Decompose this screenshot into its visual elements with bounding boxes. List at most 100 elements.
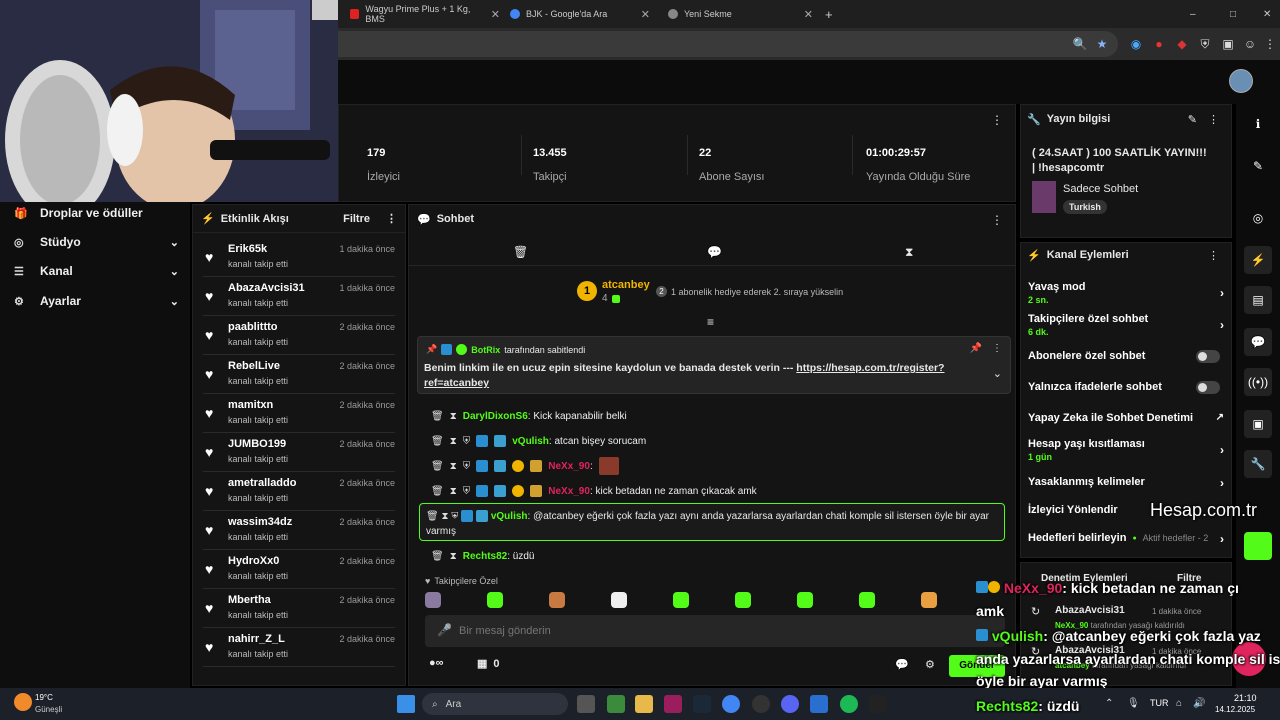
extension-icon[interactable]: ● — [1151, 36, 1167, 52]
emote-icon[interactable] — [487, 592, 503, 608]
bookmark-star-icon[interactable]: ★ — [1094, 36, 1110, 52]
chat-username[interactable]: vQulish — [512, 436, 549, 447]
more-options-icon[interactable]: ⋮ — [991, 213, 1003, 227]
category-name[interactable]: Sadece Sohbet — [1063, 183, 1138, 195]
windows-start-icon[interactable] — [397, 695, 415, 713]
follower-name[interactable]: ametralladdo — [228, 477, 296, 489]
obs-icon[interactable] — [752, 695, 770, 713]
follower-name[interactable]: nahirr_Z_L — [228, 633, 285, 645]
extension-icon[interactable]: ◉ — [1128, 36, 1144, 52]
list-item[interactable]: ♥ HydroXx0 kanalı takip etti 2 dakika önce — [203, 551, 395, 589]
emote-icon[interactable] — [549, 592, 565, 608]
trash-icon[interactable]: 🗑 — [431, 551, 444, 562]
list-item[interactable]: ♥ RebelLive kanalı takip etti 2 dakika önce — [203, 356, 395, 394]
follower-name[interactable]: mamitxn — [228, 399, 273, 411]
chat-bubble-icon[interactable]: 💬 — [895, 658, 909, 671]
app-icon[interactable] — [664, 695, 682, 713]
document-icon[interactable]: ▤ — [1244, 286, 1272, 314]
menu-kebab-icon[interactable]: ⋮ — [1262, 36, 1278, 52]
emote-icon[interactable] — [673, 592, 689, 608]
browser-tab[interactable]: Yeni Sekme ✕ — [668, 4, 813, 24]
account-age-setting[interactable]: Hesap yaşı kısıtlaması 1 gün › — [1028, 438, 1224, 462]
list-item[interactable]: ♥ mamitxn kanalı takip etti 2 dakika önce — [203, 395, 395, 433]
trash-icon[interactable]: 🗑 — [431, 411, 444, 422]
close-tab-icon[interactable]: ✕ — [491, 8, 500, 21]
more-options-icon[interactable]: ⋮ — [386, 212, 397, 225]
list-item[interactable]: ♥ Mbertha kanalı takip etti 2 dakika önce — [203, 590, 395, 628]
sidebar-item-settings[interactable]: ⚙ Ayarlar ⌄ — [14, 290, 179, 312]
emote-icon[interactable] — [859, 592, 875, 608]
language-tag[interactable]: Turkish — [1063, 200, 1107, 214]
trash-icon[interactable]: 🗑 — [513, 245, 528, 259]
shield-icon[interactable]: ⛨ — [451, 511, 458, 522]
microphone-icon[interactable]: 🎙 — [1127, 698, 1140, 709]
emote-icon[interactable] — [921, 592, 937, 608]
minimize-button[interactable]: – — [1190, 4, 1196, 24]
hourglass-icon[interactable]: ⧗ — [905, 245, 913, 260]
channel-points[interactable]: ●∞ — [429, 657, 444, 669]
taskbar-search[interactable]: ⌕ Ara — [422, 693, 568, 715]
emote-icon[interactable] — [611, 592, 627, 608]
close-window-button[interactable]: ✕ — [1263, 4, 1271, 24]
chat-bubble-icon[interactable]: 💬 — [1244, 328, 1272, 356]
profile-icon[interactable]: ☺ — [1242, 36, 1258, 52]
pinned-author[interactable]: BotRix — [471, 345, 500, 355]
language-indicator[interactable]: TUR — [1150, 698, 1169, 708]
avatar[interactable] — [1229, 69, 1253, 93]
unpin-icon[interactable]: 📌 — [970, 343, 982, 354]
follower-name[interactable]: wassim34dz — [228, 516, 292, 528]
subscribers-only-toggle[interactable] — [1196, 350, 1220, 363]
hourglass-icon[interactable]: ⧗ — [450, 486, 457, 497]
sidebar-item-studio[interactable]: ◎ Stüdyo ⌄ — [14, 231, 179, 253]
emote-icon[interactable] — [425, 592, 441, 608]
follower-name[interactable]: HydroXx0 — [228, 555, 279, 567]
add-icon[interactable] — [1244, 532, 1272, 560]
more-options-icon[interactable]: ⋮ — [1208, 249, 1219, 262]
steam-icon[interactable] — [693, 695, 711, 713]
layout-icon[interactable]: ▣ — [1244, 410, 1272, 438]
list-item[interactable]: ♥ Erik65k kanalı takip etti 1 dakika önce — [203, 239, 395, 277]
hourglass-icon[interactable]: ⧗ — [450, 551, 457, 562]
wrench-icon[interactable]: 🔧 — [1244, 450, 1272, 478]
edit-pencil-icon[interactable]: ✎ — [1188, 113, 1197, 126]
slow-mode-setting[interactable]: Yavaş mod 2 sn. › — [1028, 281, 1224, 305]
list-item[interactable]: ♥ ametralladdo kanalı takip etti 2 dakika ö… — [203, 473, 395, 511]
spotify-icon[interactable] — [840, 695, 858, 713]
chat-username[interactable]: Rechts82 — [463, 551, 507, 562]
gear-icon[interactable]: ⚙ — [925, 658, 935, 671]
close-tab-icon[interactable]: ✕ — [804, 8, 813, 21]
show-hidden-icons[interactable]: ⌃ — [1105, 698, 1113, 709]
shield-icon[interactable]: ⛨ — [463, 436, 471, 447]
follower-name[interactable]: JUMBO199 — [228, 438, 286, 450]
chat-username[interactable]: DarylDixonS6 — [463, 411, 528, 422]
chat-username[interactable]: vQulish — [491, 511, 528, 522]
follower-name[interactable]: Erik65k — [228, 243, 267, 255]
sidebar-item-drops[interactable]: 🎁 Droplar ve ödüller — [14, 202, 179, 224]
ai-moderation-setting[interactable]: Yapay Zeka ile Sohbet Denetimi ↗ — [1028, 412, 1224, 424]
trash-icon[interactable]: 🗑 — [431, 436, 444, 447]
address-bar[interactable] — [338, 31, 1118, 57]
hourglass-icon[interactable]: ⧗ — [441, 511, 448, 522]
terminal-icon[interactable] — [869, 695, 887, 713]
follower-name[interactable]: paablittto — [228, 321, 278, 333]
filter-button[interactable]: Filtre — [343, 213, 370, 225]
clock-time[interactable]: 21:10 — [1234, 693, 1257, 703]
minecraft-icon[interactable] — [607, 695, 625, 713]
close-tab-icon[interactable]: ✕ — [641, 8, 650, 21]
trash-icon[interactable]: 🗑 — [431, 486, 444, 497]
more-options-icon[interactable]: ⋮ — [991, 113, 1003, 127]
chrome-icon[interactable] — [722, 695, 740, 713]
list-item[interactable]: ♥ paablittto kanalı takip etti 2 dakika önc… — [203, 317, 395, 355]
browser-tab[interactable]: BJK - Google'da Ara ✕ — [510, 4, 650, 24]
trash-icon[interactable]: 🗑 — [431, 461, 444, 472]
weather-icon[interactable] — [14, 693, 32, 711]
hourglass-icon[interactable]: ⧗ — [450, 461, 457, 472]
chat-username[interactable]: NeXx_90 — [548, 461, 590, 472]
collapse-icon[interactable]: ≡ — [707, 315, 714, 329]
zoom-icon[interactable]: 🔍 — [1072, 36, 1088, 52]
followers-only-setting[interactable]: Takipçilere özel sohbet 6 dk. › — [1028, 313, 1224, 337]
list-item[interactable]: ♥ AbazaAvcisi31 kanalı takip etti 1 dakika … — [203, 278, 395, 316]
clock-date[interactable]: 14.12.2025 — [1215, 705, 1255, 714]
camera-icon[interactable]: ◎ — [1244, 204, 1272, 232]
emote-icon[interactable] — [735, 592, 751, 608]
